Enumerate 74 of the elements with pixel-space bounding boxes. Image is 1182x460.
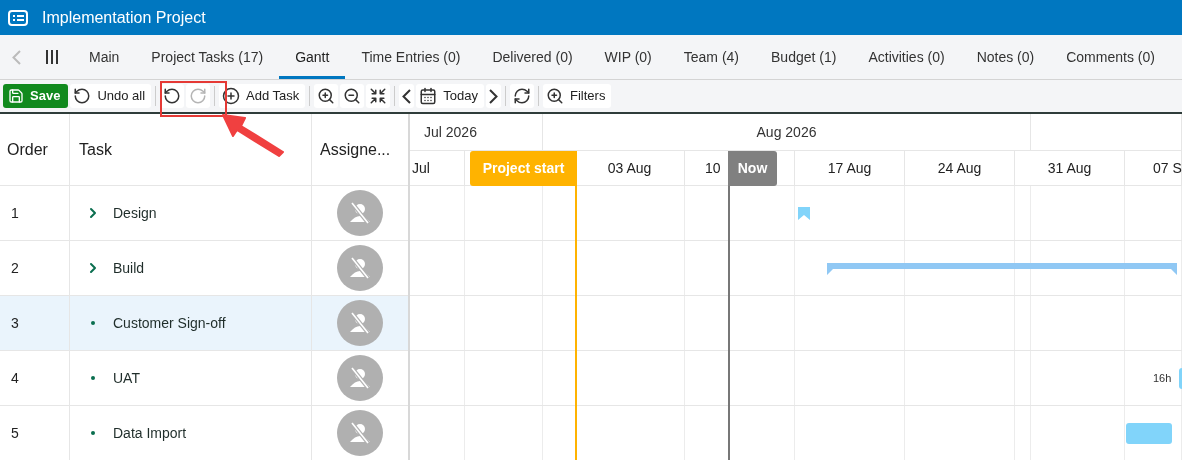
- task-name: Customer Sign-off: [113, 313, 226, 333]
- column-header[interactable]: Order: [0, 114, 70, 185]
- tab[interactable]: Project Tasks (17): [135, 35, 280, 79]
- icon-button[interactable]: [366, 84, 391, 108]
- unassigned-avatar-icon: [337, 355, 383, 401]
- unassigned-avatar-icon: [337, 245, 383, 291]
- month-label: Aug 2026: [756, 122, 817, 142]
- tab[interactable]: Team (4): [667, 35, 756, 79]
- toolbar-button[interactable]: Filters: [543, 84, 612, 108]
- toolbar-button[interactable]: Add Task: [219, 84, 306, 108]
- unassigned-avatar-icon: [337, 410, 383, 456]
- table-cell: 3: [0, 296, 70, 350]
- callout-arrow: [221, 112, 287, 158]
- calendar-icon: [419, 87, 438, 105]
- save-button[interactable]: Save: [3, 84, 69, 108]
- table-cell: 4: [0, 351, 70, 405]
- zoom-out-icon: [343, 87, 362, 105]
- week-label: 24 Aug: [937, 158, 982, 178]
- highlight-frame: [160, 81, 227, 117]
- unassigned-avatar-icon: [337, 300, 383, 346]
- toolbar-button[interactable]: Today: [416, 84, 485, 108]
- unassigned-avatar-icon: [337, 190, 383, 236]
- task-name: Design: [113, 203, 157, 223]
- undo-icon: [163, 87, 182, 105]
- zoom-in-icon: [546, 87, 565, 105]
- refresh-icon: [513, 87, 532, 105]
- chevron-right-icon: [489, 88, 499, 104]
- task-name: Build: [113, 258, 145, 278]
- icon-button[interactable]: [340, 84, 365, 108]
- chevron-left-icon: [402, 88, 412, 104]
- tab[interactable]: Time Entries (0): [345, 35, 477, 79]
- table-cell: 2: [0, 241, 70, 295]
- week-label: 31 Aug: [1047, 158, 1092, 178]
- table-cell: 5: [0, 406, 70, 460]
- duration-label: 16h: [1153, 371, 1172, 387]
- task-name: Data Import: [113, 423, 187, 443]
- tab[interactable]: Notes (0): [960, 35, 1051, 79]
- zoom-in-icon: [317, 87, 336, 105]
- bullet-icon: [90, 376, 95, 380]
- now-marker: Now: [728, 151, 777, 186]
- shrink-icon: [369, 87, 388, 105]
- columns-icon[interactable]: [45, 49, 59, 65]
- column-header[interactable]: Assigne...: [312, 114, 408, 185]
- table-cell: 1: [0, 186, 70, 240]
- week-label: 10: [705, 158, 721, 178]
- list-card-icon: [8, 9, 28, 26]
- save-icon: [8, 88, 24, 104]
- month-label: Jul 2026: [424, 122, 477, 142]
- week-label: 07 S: [1153, 158, 1182, 178]
- icon-button[interactable]: [399, 84, 415, 108]
- tab[interactable]: Comments (0): [1050, 35, 1171, 79]
- redo-icon: [189, 87, 208, 105]
- chevron-left-icon: [12, 49, 21, 65]
- tab[interactable]: Main: [73, 35, 136, 79]
- tab[interactable]: WIP (0): [588, 35, 668, 79]
- icon-button[interactable]: [314, 84, 339, 108]
- bullet-icon: [90, 431, 95, 435]
- milestone-marker[interactable]: [797, 206, 811, 220]
- icon-button[interactable]: [160, 84, 185, 108]
- week-label: 17 Aug: [827, 158, 872, 178]
- tab[interactable]: Budget (1): [755, 35, 853, 79]
- icon-button[interactable]: [510, 84, 535, 108]
- undo-icon: [73, 87, 92, 105]
- task-name: UAT: [113, 368, 140, 388]
- tab[interactable]: Activities (0): [852, 35, 961, 79]
- icon-button[interactable]: [486, 84, 502, 108]
- window-title: Implementation Project: [42, 7, 206, 28]
- week-label: 03 Aug: [607, 158, 652, 178]
- tab[interactable]: Delivered (0): [476, 35, 589, 79]
- week-label: Jul: [412, 158, 430, 178]
- project-start-marker: Project start: [470, 151, 577, 186]
- plus-circle-icon: [222, 87, 241, 105]
- bullet-icon: [90, 321, 95, 325]
- toolbar-button[interactable]: Undo all: [70, 84, 152, 108]
